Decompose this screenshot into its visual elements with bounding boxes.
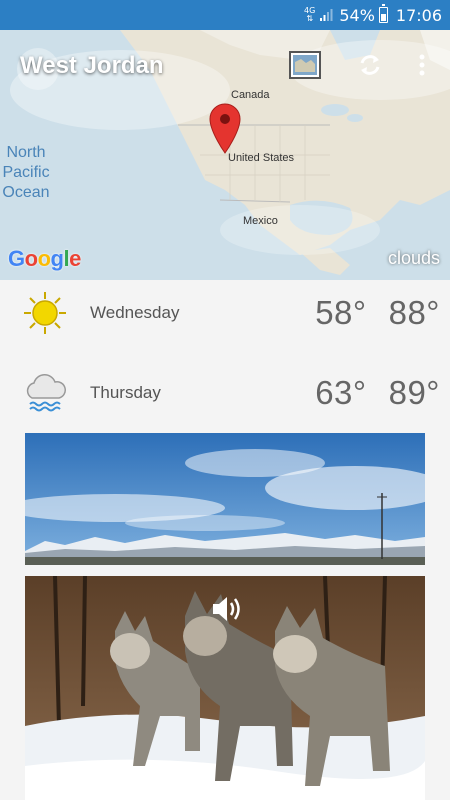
sun-icon <box>24 292 66 334</box>
more-vert-icon <box>419 54 425 76</box>
battery-icon <box>378 4 388 23</box>
speaker-icon[interactable] <box>209 592 243 626</box>
google-logo: Google <box>8 246 81 271</box>
map-label-ocean: North Pacific Ocean <box>2 144 50 201</box>
landscape-photo[interactable] <box>25 433 425 565</box>
forecast-day: Wednesday <box>90 303 180 322</box>
forecast-temps: 58° 88° <box>315 294 440 332</box>
snowy-mountains-image <box>25 433 425 565</box>
forecast-row-thursday[interactable]: Thursday 63° 89° <box>0 353 450 433</box>
more-options-button[interactable] <box>412 48 432 82</box>
map-label-canada: Canada <box>231 89 270 101</box>
low-temp: 63° <box>315 374 367 411</box>
network-indicator: 4G ⇅ <box>304 6 316 23</box>
location-title: West Jordan <box>20 52 164 79</box>
rain-cloud-icon <box>26 374 66 412</box>
forecast-row-wednesday[interactable]: Wednesday 58° 88° <box>0 273 450 353</box>
map-icon <box>289 51 321 79</box>
clock: 17:06 <box>395 5 442 25</box>
map-label-mexico: Mexico <box>243 215 278 227</box>
battery-percent: 54% <box>339 5 375 25</box>
high-temp: 88° <box>388 294 440 331</box>
refresh-icon <box>360 55 380 75</box>
refresh-button[interactable] <box>355 48 385 82</box>
wolves-photo[interactable] <box>25 576 425 800</box>
location-pin-icon[interactable] <box>208 102 242 154</box>
forecast-day: Thursday <box>90 383 161 402</box>
map-view-button[interactable] <box>288 48 322 82</box>
map-layer-label[interactable]: clouds <box>388 248 440 269</box>
status-bar: 4G ⇅ 54% 17:06 <box>0 0 450 30</box>
high-temp: 89° <box>388 374 440 411</box>
low-temp: 58° <box>315 294 367 331</box>
signal-icon <box>320 9 333 21</box>
forecast-temps: 63° 89° <box>315 374 440 412</box>
